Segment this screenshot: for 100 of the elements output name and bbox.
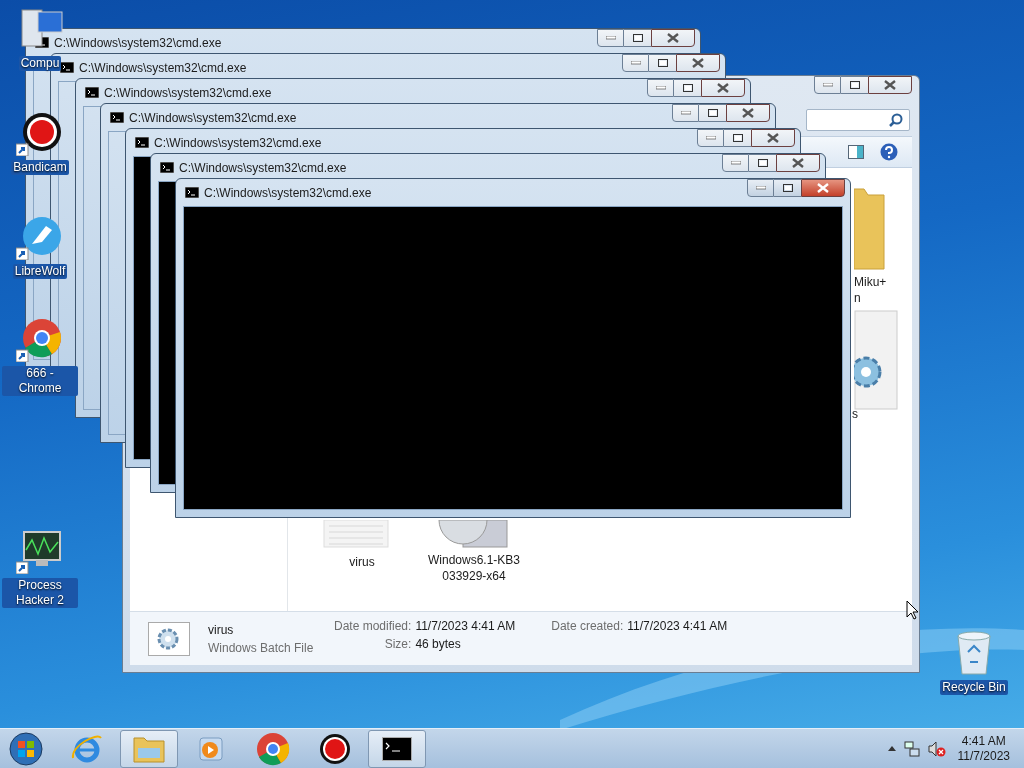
file-name[interactable]: Windows6.1-KB3 033929-x64 — [424, 552, 524, 584]
minimize-button[interactable] — [647, 79, 674, 97]
maximize-button[interactable] — [724, 129, 751, 147]
document-icon — [323, 520, 389, 548]
field-value: 11/7/2023 4:41 AM — [415, 618, 516, 635]
file-name[interactable]: Miku+ n — [854, 274, 887, 306]
maximize-button[interactable] — [749, 154, 776, 172]
gear-icon — [854, 310, 898, 410]
window-title: C:\Windows\system32\cmd.exe — [79, 59, 247, 77]
desktop-icon-label[interactable]: 666 - Chrome — [2, 366, 78, 396]
close-icon — [667, 33, 679, 43]
record-icon — [319, 732, 351, 765]
close-icon — [884, 80, 896, 90]
window-title: C:\Windows\system32\cmd.exe — [129, 109, 297, 127]
disc-box-icon — [437, 520, 509, 548]
maximize-icon — [632, 34, 643, 42]
desktop-icon-label[interactable]: Recycle Bin — [940, 680, 1008, 695]
close-button[interactable] — [868, 76, 912, 94]
close-icon — [792, 158, 804, 168]
close-button[interactable] — [676, 54, 720, 72]
window-title: C:\Windows\system32\cmd.exe — [204, 184, 372, 202]
console-icon — [185, 187, 199, 198]
field-label: Date modified: — [334, 618, 412, 635]
maximize-icon — [707, 109, 718, 117]
close-button[interactable] — [726, 104, 770, 122]
close-button[interactable] — [776, 154, 820, 172]
minimize-icon — [705, 136, 716, 140]
windows-logo-icon — [9, 731, 43, 766]
help-icon[interactable] — [880, 143, 898, 161]
minimize-button[interactable] — [697, 129, 724, 147]
field-value: 11/7/2023 4:41 AM — [627, 618, 728, 635]
browser-icon — [16, 318, 64, 362]
desktop-icon-label[interactable]: Compu — [18, 56, 62, 71]
start-button[interactable] — [6, 730, 46, 767]
maximize-button[interactable] — [699, 104, 726, 122]
maximize-icon — [657, 59, 668, 67]
field-label: Size: — [383, 636, 412, 653]
close-button[interactable] — [801, 179, 845, 197]
maximize-button[interactable] — [774, 179, 801, 197]
taskbar-button[interactable] — [368, 729, 426, 768]
minimize-icon — [680, 111, 691, 115]
minimize-icon — [730, 161, 741, 165]
console-icon — [85, 87, 99, 98]
clock-date[interactable]: 11/7/2023 — [957, 748, 1010, 764]
minimize-button[interactable] — [597, 29, 624, 47]
maximize-icon — [782, 184, 793, 192]
maximize-icon — [849, 81, 860, 89]
maximize-button[interactable] — [841, 76, 868, 94]
play-icon — [197, 734, 225, 763]
close-button[interactable] — [751, 129, 795, 147]
minimize-icon — [655, 86, 666, 90]
search-field[interactable] — [806, 109, 910, 131]
minimize-icon — [605, 36, 616, 40]
desktop-icon-label[interactable]: LibreWolf — [12, 264, 68, 279]
file-name[interactable]: s — [852, 406, 858, 422]
minimize-button[interactable] — [672, 104, 699, 122]
console-icon — [60, 62, 74, 73]
field-value: 46 bytes — [415, 636, 462, 653]
trash-icon — [954, 630, 994, 676]
close-icon — [692, 58, 704, 68]
window-title: C:\Windows\system32\cmd.exe — [179, 159, 347, 177]
folder-icon — [854, 185, 886, 271]
maximize-icon — [682, 84, 693, 92]
desktop-icon-label[interactable]: Bandicam — [11, 160, 69, 175]
file-name: virus — [208, 621, 235, 639]
console-icon — [160, 162, 174, 173]
close-icon — [767, 133, 779, 143]
window-title: C:\Windows\system32\cmd.exe — [104, 84, 272, 102]
minimize-button[interactable] — [622, 54, 649, 72]
desktop-icon-label[interactable]: Process Hacker 2 — [2, 578, 78, 608]
minimize-icon — [755, 186, 766, 190]
network-icon[interactable] — [903, 740, 920, 757]
minimize-button[interactable] — [722, 154, 749, 172]
close-button[interactable] — [651, 29, 695, 47]
console-icon — [382, 736, 412, 761]
maximize-button[interactable] — [649, 54, 676, 72]
file-type: Windows Batch File — [208, 639, 315, 657]
browser-icon — [71, 733, 103, 764]
maximize-icon — [757, 159, 768, 167]
field-label: Date created: — [551, 618, 624, 635]
close-icon — [817, 183, 829, 193]
window-title: C:\Windows\system32\cmd.exe — [54, 34, 222, 52]
minimize-button[interactable] — [814, 76, 841, 94]
maximize-button[interactable] — [674, 79, 701, 97]
clock-time[interactable]: 4:41 AM — [961, 733, 1006, 749]
console-icon — [135, 137, 149, 148]
console-icon — [110, 112, 124, 123]
caret-up-icon[interactable] — [887, 746, 896, 751]
maximize-icon — [732, 134, 743, 142]
minimize-icon — [822, 83, 833, 87]
minimize-icon — [630, 61, 641, 65]
preview-pane-icon[interactable] — [848, 145, 864, 159]
close-button[interactable] — [701, 79, 745, 97]
close-icon — [742, 108, 754, 118]
close-icon — [717, 83, 729, 93]
browser-icon — [256, 731, 290, 766]
speaker-muted-icon[interactable] — [927, 740, 946, 757]
maximize-button[interactable] — [624, 29, 651, 47]
search-icon — [889, 113, 903, 127]
file-name[interactable]: virus — [312, 554, 412, 570]
